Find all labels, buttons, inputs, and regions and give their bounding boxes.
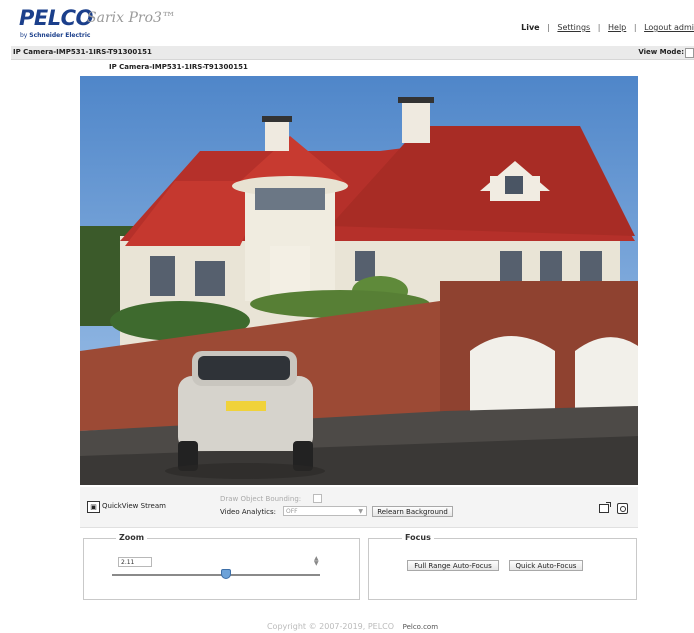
brand-subtitle: by Schneider Electric (20, 32, 90, 39)
video-analytics-value: OFF (286, 508, 298, 515)
nav-logout[interactable]: Logout admi (644, 23, 694, 32)
header: PELCO by Schneider Electric Sarix Pro3™ … (11, 0, 694, 47)
view-mode-label: View Mode: (638, 48, 684, 56)
pelco-link[interactable]: Pelco.com (403, 623, 438, 631)
brand-sub-name: Schneider Electric (29, 32, 91, 39)
draw-bounding-checkbox[interactable] (313, 494, 322, 503)
zoom-slider-track[interactable] (112, 574, 320, 576)
focus-legend: Focus (402, 533, 434, 542)
pelco-logo: PELCO (19, 6, 93, 30)
draw-bounding-label: Draw Object Bounding: (220, 495, 302, 503)
nav-live[interactable]: Live (521, 23, 539, 32)
nav-separator: | (547, 23, 550, 32)
brand-sub-prefix: by (20, 32, 28, 39)
camera-icon[interactable] (617, 503, 628, 514)
camera-bar: IP Camera-IMP531-1IRS-T91300151 View Mod… (11, 46, 694, 60)
stream-title: IP Camera-IMP531-1IRS-T91300151 (109, 63, 248, 71)
nav-separator: | (597, 23, 601, 32)
nav-settings[interactable]: Settings (557, 23, 590, 32)
quickview-stream-label[interactable]: QuickView Stream (102, 502, 166, 510)
zoom-slider-thumb[interactable] (221, 569, 232, 579)
spinner-icon[interactable]: ▲ ▼ (314, 556, 319, 567)
top-nav: Live | Settings | Help | Logout admi (521, 23, 694, 32)
view-mode-icon[interactable] (685, 48, 694, 58)
video-scene (80, 76, 638, 485)
app-frame: PELCO by Schneider Electric Sarix Pro3™ … (11, 0, 694, 633)
zoom-input[interactable]: 2.11 (118, 557, 152, 567)
product-name: Sarix Pro3™ (87, 10, 176, 26)
video-feed[interactable] (80, 76, 638, 485)
focus-panel: Focus Full Range Auto-Focus Quick Auto-F… (368, 533, 637, 600)
full-range-autofocus-button[interactable]: Full Range Auto-Focus (407, 560, 499, 571)
footer: Copyright © 2007-2019, PELCO Pelco.com (11, 622, 694, 631)
zoom-legend: Zoom (116, 533, 148, 542)
copyright-text: Copyright © 2007-2019, PELCO (266, 622, 395, 631)
camera-title: IP Camera-IMP531-1IRS-T91300151 (13, 48, 152, 56)
video-analytics-select[interactable]: OFF ▼ (283, 506, 367, 516)
chevron-down-icon: ▼ (358, 508, 363, 515)
relearn-background-button[interactable]: Relearn Background (372, 506, 453, 517)
video-analytics-label: Video Analytics: (220, 508, 276, 516)
video-controls: ▣ QuickView Stream Draw Object Bounding:… (80, 487, 638, 528)
quick-autofocus-button[interactable]: Quick Auto-Focus (509, 560, 583, 571)
snapshot-icon[interactable] (599, 502, 611, 513)
zoom-panel: Zoom 2.11 ▲ ▼ (83, 533, 360, 600)
nav-separator: | (633, 23, 637, 32)
nav-help[interactable]: Help (608, 23, 626, 32)
quickview-icon[interactable]: ▣ (87, 501, 100, 513)
